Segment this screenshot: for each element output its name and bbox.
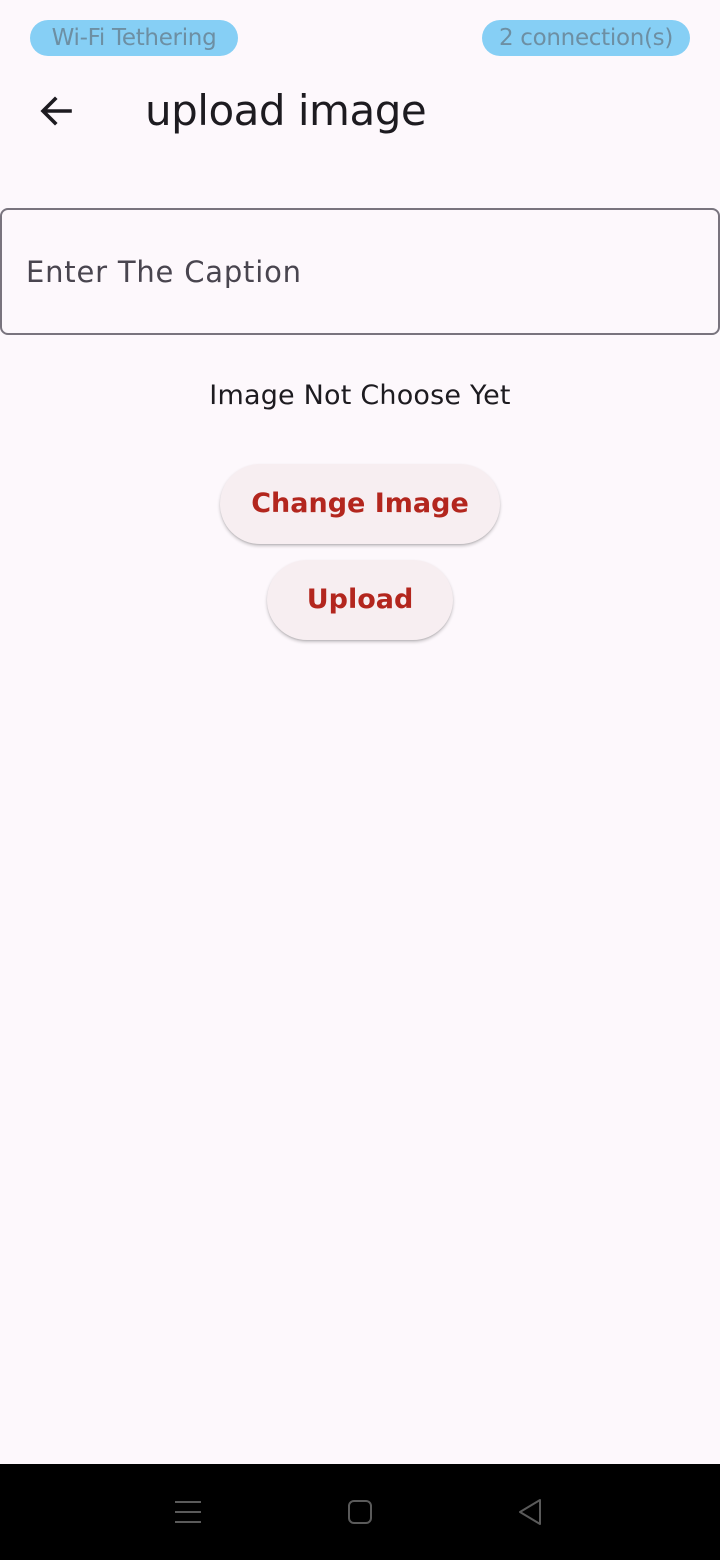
app-bar: upload image [0, 68, 720, 154]
system-nav-bar [0, 1464, 720, 1560]
image-status-text: Image Not Choose Yet [209, 380, 511, 411]
caption-field[interactable] [0, 208, 720, 335]
caption-input[interactable] [2, 210, 718, 333]
upload-button[interactable]: Upload [267, 560, 453, 640]
connections-pill: 2 connection(s) [482, 20, 690, 56]
wifi-tethering-pill: Wi-Fi Tethering [30, 20, 238, 56]
back-button[interactable] [18, 81, 94, 141]
arrow-left-icon [40, 96, 72, 126]
menu-icon [175, 1501, 201, 1523]
home-square-icon [348, 1500, 372, 1524]
nav-back-button[interactable] [503, 1484, 559, 1540]
nav-menu-button[interactable] [160, 1484, 216, 1540]
nav-home-button[interactable] [332, 1484, 388, 1540]
page-title: upload image [145, 86, 427, 135]
change-image-button[interactable]: Change Image [220, 464, 500, 544]
back-triangle-icon [519, 1499, 541, 1525]
